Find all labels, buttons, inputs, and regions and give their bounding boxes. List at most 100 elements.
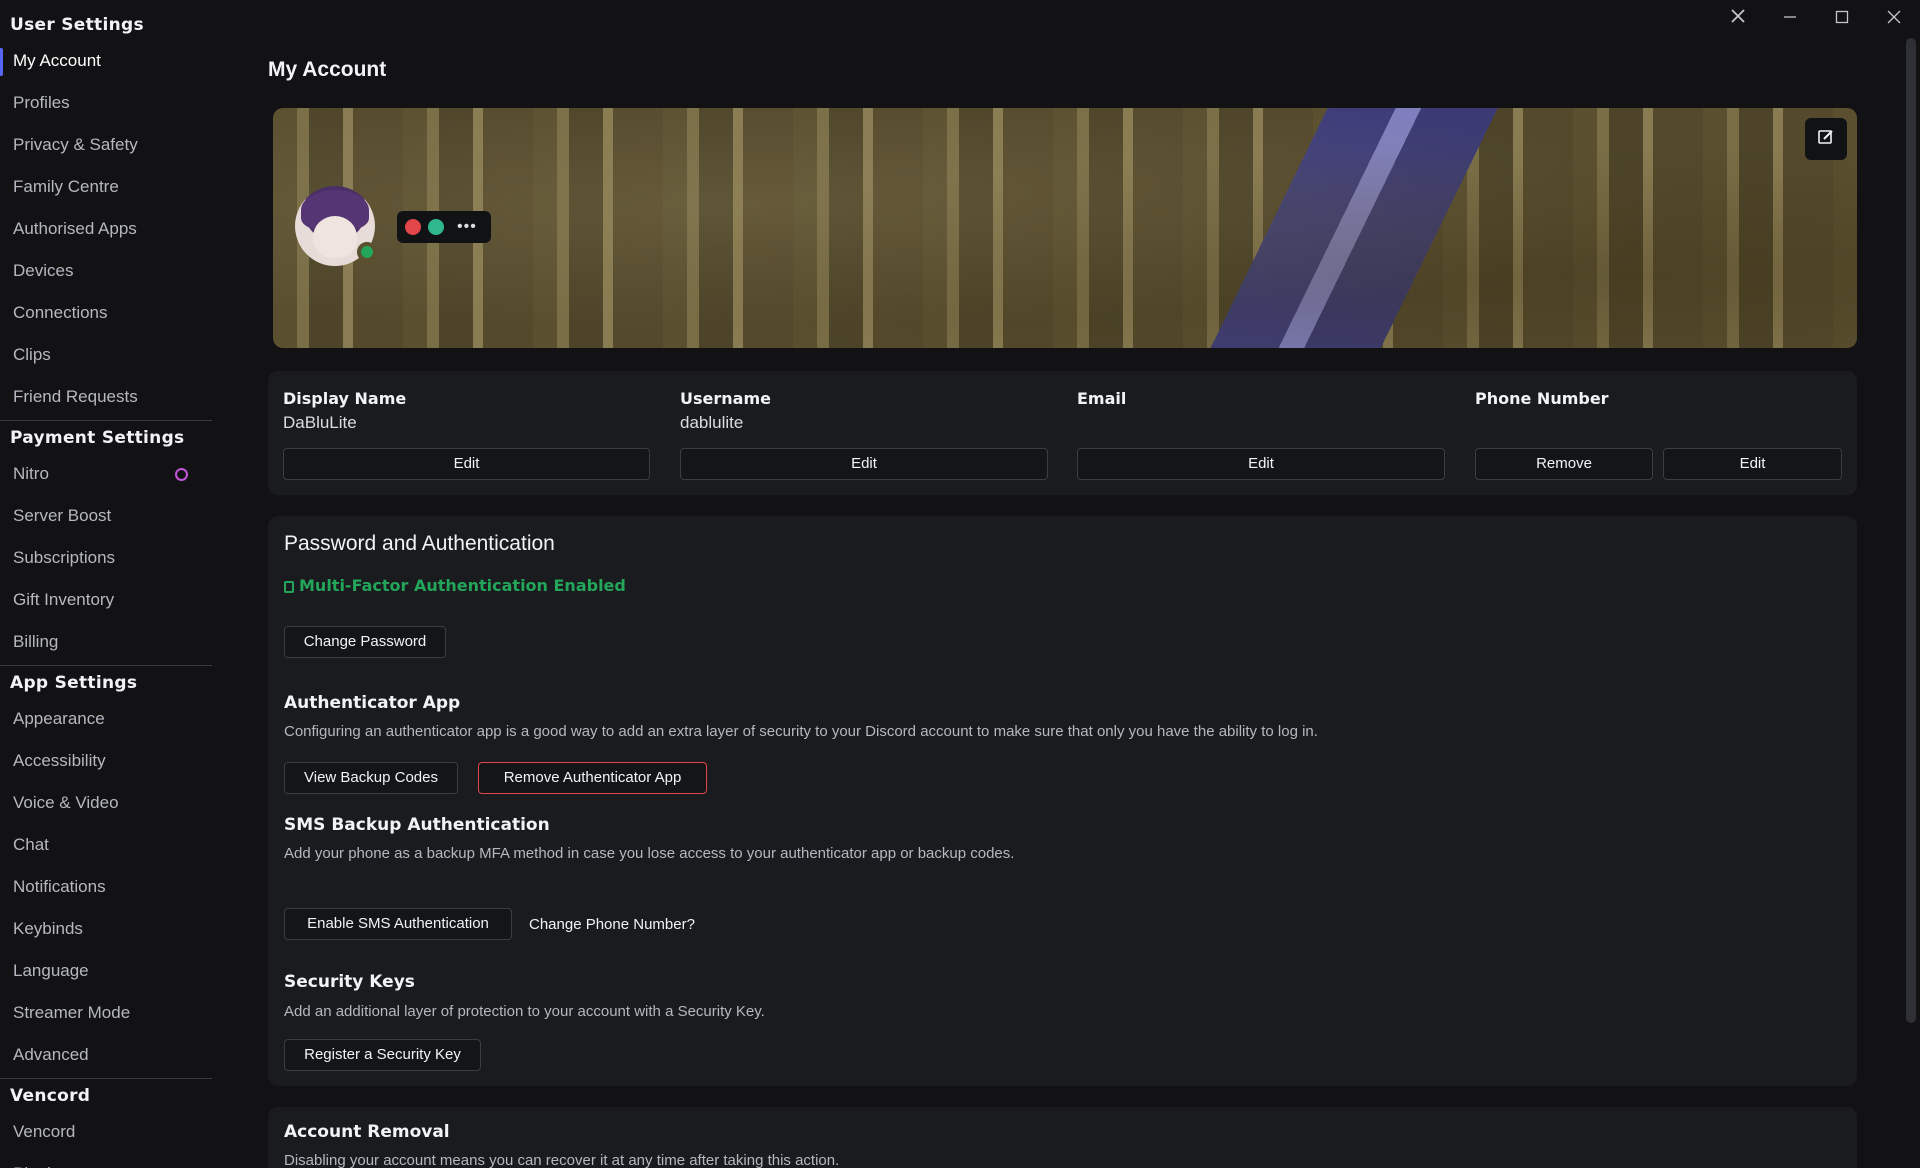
sidebar-item-privacy-safety[interactable]: Privacy & Safety [0, 124, 212, 166]
sidebar-item-streamer-mode[interactable]: Streamer Mode [0, 992, 212, 1034]
username-value: dablulite [680, 413, 744, 432]
edit-username-button[interactable]: Edit [680, 448, 1048, 480]
sidebar-item-label: Streamer Mode [13, 1003, 131, 1022]
sidebar-item-label: Nitro [13, 464, 49, 483]
sidebar-heading: App Settings [10, 673, 138, 693]
authenticator-app-description: Configuring an authenticator app is a go… [284, 723, 1318, 740]
sidebar-item-billing[interactable]: Billing [0, 621, 212, 663]
mfa-status: Multi-Factor Authentication Enabled [284, 576, 626, 595]
sidebar-item-label: Profiles [13, 93, 70, 112]
sidebar-separator [0, 1078, 212, 1079]
change-password-button[interactable]: Change Password [284, 626, 446, 658]
heart-badge-icon[interactable] [405, 219, 421, 235]
sidebar-item-connections[interactable]: Connections [0, 292, 212, 334]
sms-backup-heading: SMS Backup Authentication [284, 815, 550, 835]
display-name-field: Display Name DaBluLite [283, 389, 407, 432]
sidebar-item-devices[interactable]: Devices [0, 250, 212, 292]
online-status-icon [357, 242, 377, 262]
profile-badges: ••• [397, 211, 491, 243]
hash-badge-icon[interactable] [428, 219, 444, 235]
edit-email-button[interactable]: Edit [1077, 448, 1445, 480]
avatar[interactable] [295, 186, 377, 266]
sidebar-item-label: Devices [13, 261, 74, 280]
remove-authenticator-button[interactable]: Remove Authenticator App [478, 762, 707, 794]
sidebar-separator [0, 665, 212, 666]
register-security-key-button[interactable]: Register a Security Key [284, 1039, 481, 1071]
sidebar-item-label: Appearance [13, 709, 105, 728]
section-title: Password and Authentication [284, 532, 555, 555]
account-removal-heading: Account Removal [284, 1122, 450, 1142]
security-keys-description: Add an additional layer of protection to… [284, 1003, 765, 1020]
account-info-card: Display Name DaBluLite Edit Username dab… [268, 371, 1857, 495]
authenticator-app-heading: Authenticator App [284, 693, 461, 713]
sidebar-item-label: My Account [13, 51, 101, 70]
sidebar-item-plugins[interactable]: Plugins [0, 1153, 212, 1168]
sidebar-item-profiles[interactable]: Profiles [0, 82, 212, 124]
sidebar-item-authorised-apps[interactable]: Authorised Apps [0, 208, 212, 250]
nitro-icon [175, 468, 188, 481]
main-content: My Account ••• Display Name DaBluLite Ed… [268, 0, 1858, 1168]
sidebar-separator [0, 420, 212, 421]
sidebar-item-accessibility[interactable]: Accessibility [0, 740, 212, 782]
sidebar-item-subscriptions[interactable]: Subscriptions [0, 537, 212, 579]
phone-value [1475, 413, 1609, 433]
sidebar-item-label: Keybinds [13, 919, 83, 938]
sidebar-item-friend-requests[interactable]: Friend Requests [0, 376, 212, 418]
sidebar-item-label: Friend Requests [13, 387, 138, 406]
sidebar-item-my-account[interactable]: My Account [0, 40, 212, 82]
sidebar-item-label: Vencord [13, 1122, 76, 1141]
sidebar-item-label: Voice & Video [13, 793, 119, 812]
sidebar-item-label: Language [13, 961, 89, 980]
page-title: My Account [268, 58, 387, 81]
sidebar-item-label: Subscriptions [13, 548, 116, 567]
more-icon[interactable]: ••• [457, 218, 477, 236]
sidebar-item-nitro[interactable]: Nitro [0, 453, 212, 495]
scrollbar[interactable] [1906, 38, 1916, 1023]
security-keys-heading: Security Keys [284, 972, 415, 992]
sidebar-item-label: Plugins [13, 1164, 69, 1168]
sidebar-item-label: Accessibility [13, 751, 106, 770]
sidebar-item-vencord[interactable]: Vencord [0, 1111, 212, 1153]
sidebar-item-label: Chat [13, 835, 49, 854]
sidebar-item-clips[interactable]: Clips [0, 334, 212, 376]
enable-sms-button[interactable]: Enable SMS Authentication [284, 908, 512, 940]
sidebar-item-language[interactable]: Language [0, 950, 212, 992]
remove-phone-button[interactable]: Remove [1475, 448, 1653, 480]
sidebar-item-label: Family Centre [13, 177, 119, 196]
sidebar-item-chat[interactable]: Chat [0, 824, 212, 866]
sidebar-item-keybinds[interactable]: Keybinds [0, 908, 212, 950]
pencil-icon [1817, 128, 1835, 151]
sidebar-item-appearance[interactable]: Appearance [0, 698, 212, 740]
lock-icon [284, 580, 294, 593]
sidebar-item-label: Gift Inventory [13, 590, 115, 609]
sidebar-item-voice-video[interactable]: Voice & Video [0, 782, 212, 824]
password-auth-card: Password and Authentication Multi-Factor… [268, 516, 1857, 1086]
email-field: Email [1077, 389, 1126, 433]
sidebar-item-label: Clips [13, 345, 51, 364]
close-icon[interactable] [1876, 4, 1912, 32]
account-removal-card: Account Removal Disabling your account m… [268, 1107, 1857, 1168]
sidebar-item-advanced[interactable]: Advanced [0, 1034, 212, 1076]
sms-backup-description: Add your phone as a backup MFA method in… [284, 845, 1015, 862]
sidebar-item-family-centre[interactable]: Family Centre [0, 166, 212, 208]
view-backup-codes-button[interactable]: View Backup Codes [284, 762, 458, 794]
sidebar-item-label: Server Boost [13, 506, 112, 525]
sidebar-item-server-boost[interactable]: Server Boost [0, 495, 212, 537]
edit-banner-button[interactable] [1805, 118, 1847, 160]
sidebar-item-notifications[interactable]: Notifications [0, 866, 212, 908]
change-phone-link[interactable]: Change Phone Number? [529, 916, 695, 933]
display-name-value: DaBluLite [283, 413, 357, 432]
phone-field: Phone Number [1475, 389, 1609, 433]
sidebar-item-gift-inventory[interactable]: Gift Inventory [0, 579, 212, 621]
sidebar-item-label: Privacy & Safety [13, 135, 138, 154]
sidebar-heading: Vencord [10, 1086, 91, 1106]
sidebar-item-label: Advanced [13, 1045, 89, 1064]
edit-display-name-button[interactable]: Edit [283, 448, 650, 480]
sidebar-item-label: Connections [13, 303, 108, 322]
sidebar-item-label: Billing [13, 632, 59, 651]
account-removal-description: Disabling your account means you can rec… [284, 1152, 840, 1168]
email-value [1077, 413, 1126, 433]
edit-phone-button[interactable]: Edit [1663, 448, 1842, 480]
sidebar-heading: User Settings [10, 15, 144, 35]
profile-banner: ••• [273, 108, 1857, 348]
